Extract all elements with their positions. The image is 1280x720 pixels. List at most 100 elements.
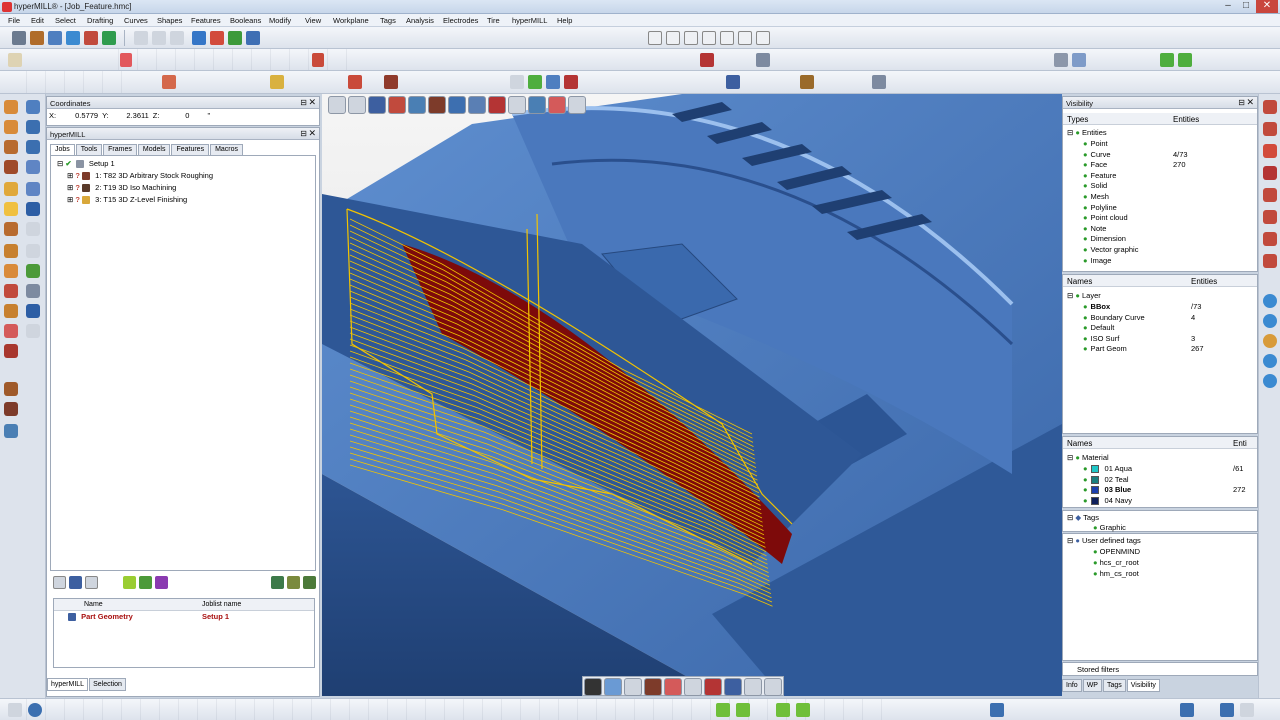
sphere-cut-icon[interactable] bbox=[1263, 314, 1277, 328]
type-item[interactable]: ● Face 270 bbox=[1083, 160, 1186, 169]
visible-bulb-icon[interactable]: ● bbox=[1083, 344, 1088, 353]
marker-icon[interactable] bbox=[724, 678, 742, 696]
render-icon[interactable] bbox=[246, 31, 260, 45]
visible-bulb-icon[interactable]: ● bbox=[1075, 453, 1080, 462]
tab-visibility[interactable]: Visibility bbox=[1126, 679, 1160, 692]
fit-icon[interactable] bbox=[448, 96, 466, 114]
view-back-icon[interactable] bbox=[738, 31, 752, 45]
mirror-icon[interactable] bbox=[4, 264, 18, 278]
fillet-edge-icon[interactable] bbox=[4, 182, 18, 196]
menu-electrodes[interactable]: Electrodes bbox=[443, 16, 478, 25]
solid-shade-icon[interactable] bbox=[584, 678, 602, 696]
tab-tags[interactable]: Tags bbox=[1102, 679, 1126, 692]
menu-features[interactable]: Features bbox=[191, 16, 221, 25]
save-icon[interactable] bbox=[48, 31, 62, 45]
zoom-window-icon[interactable] bbox=[468, 96, 486, 114]
redo-icon[interactable] bbox=[102, 31, 116, 45]
target-icon[interactable] bbox=[528, 96, 546, 114]
grid-view-icon[interactable] bbox=[764, 678, 782, 696]
collapse-icon[interactable]: ⊟ bbox=[57, 159, 63, 168]
stored-filters-bar[interactable]: Stored filters bbox=[1062, 662, 1258, 676]
entities-root[interactable]: ⊟ ● Entities bbox=[1067, 128, 1107, 137]
new-job-icon[interactable] bbox=[53, 576, 66, 589]
user-tags-root[interactable]: ⊟ ● User defined tags bbox=[1067, 536, 1141, 545]
measure-icon[interactable] bbox=[192, 31, 206, 45]
visible-bulb-icon[interactable]: ● bbox=[1083, 475, 1088, 484]
visible-bulb-icon[interactable]: ● bbox=[1083, 160, 1088, 169]
tab-tools[interactable]: Tools bbox=[75, 144, 103, 155]
undo-view-icon[interactable] bbox=[488, 96, 506, 114]
postprocess-icon[interactable] bbox=[155, 576, 168, 589]
collapse-icon[interactable]: ⊟ bbox=[1067, 291, 1073, 300]
menu-analysis[interactable]: Analysis bbox=[406, 16, 434, 25]
redo-view-icon[interactable] bbox=[508, 96, 526, 114]
new-file-icon[interactable] bbox=[12, 31, 26, 45]
settings-icon[interactable] bbox=[1240, 703, 1254, 717]
holder-icon[interactable] bbox=[704, 678, 722, 696]
simulate-icon[interactable] bbox=[139, 576, 152, 589]
view-right-icon[interactable] bbox=[702, 31, 716, 45]
menu-view[interactable]: View bbox=[305, 16, 321, 25]
tab-macros[interactable]: Macros bbox=[210, 144, 244, 155]
menu-workplane[interactable]: Workplane bbox=[333, 16, 369, 25]
view-shaded-icon[interactable] bbox=[328, 96, 346, 114]
feature-icon[interactable] bbox=[348, 75, 362, 89]
layer-item[interactable]: ● ISO Surf 3 bbox=[1083, 334, 1195, 343]
type-item[interactable]: ● Curve 4/73 bbox=[1083, 150, 1188, 159]
shape-cone-icon[interactable] bbox=[26, 120, 40, 134]
menu-tags[interactable]: Tags bbox=[380, 16, 396, 25]
close-icon[interactable]: ✕ bbox=[1246, 97, 1254, 108]
visible-bulb-icon[interactable]: ● bbox=[1083, 323, 1088, 332]
visible-bulb-icon[interactable]: ● bbox=[1075, 128, 1080, 137]
tab-jobs[interactable]: Jobs bbox=[50, 144, 75, 155]
split-icon[interactable] bbox=[26, 244, 40, 258]
visible-bulb-icon[interactable]: ● bbox=[1083, 334, 1088, 343]
layer-root[interactable]: ⊟ ● Layer bbox=[1067, 291, 1101, 300]
menu-shapes[interactable]: Shapes bbox=[157, 16, 182, 25]
numbers-icon[interactable] bbox=[684, 678, 702, 696]
mesh-icon[interactable] bbox=[4, 382, 18, 396]
part-model-graphic[interactable] bbox=[322, 94, 1062, 696]
edges-icon[interactable] bbox=[624, 678, 642, 696]
tab-models[interactable]: Models bbox=[137, 144, 171, 155]
export-icon[interactable] bbox=[303, 576, 316, 589]
expand-icon[interactable]: ⊞ bbox=[67, 195, 73, 204]
grid-icon[interactable] bbox=[1160, 53, 1174, 67]
mill-tool-icon[interactable] bbox=[726, 75, 740, 89]
shape-sphere-icon[interactable] bbox=[4, 120, 18, 134]
3d-viewport[interactable] bbox=[322, 94, 1062, 696]
pen-icon[interactable] bbox=[744, 678, 762, 696]
view-bottom-icon[interactable] bbox=[756, 31, 770, 45]
calculate-icon[interactable] bbox=[546, 75, 560, 89]
sphere-orange-icon[interactable] bbox=[1263, 334, 1277, 348]
collapse-icon[interactable]: ⊟ bbox=[1067, 453, 1073, 462]
menu-file[interactable]: File bbox=[8, 16, 20, 25]
thread-icon[interactable] bbox=[4, 284, 18, 298]
paste-icon[interactable] bbox=[170, 31, 184, 45]
sphere-icon[interactable] bbox=[1263, 294, 1277, 308]
add-icon[interactable] bbox=[8, 703, 22, 717]
menu-modify[interactable]: Modify bbox=[269, 16, 291, 25]
visible-bulb-icon[interactable]: ● bbox=[1083, 313, 1088, 322]
solid-cone-icon[interactable] bbox=[1263, 166, 1277, 180]
type-item[interactable]: ● Mesh bbox=[1083, 192, 1109, 201]
tab-frames[interactable]: Frames bbox=[103, 144, 137, 155]
solid-cylinder-icon[interactable] bbox=[1263, 188, 1277, 202]
tag-item[interactable]: ● Graphic bbox=[1093, 523, 1126, 532]
expand-icon[interactable]: ⊞ bbox=[67, 183, 73, 192]
type-item[interactable]: ● Point cloud bbox=[1083, 213, 1128, 222]
sphere-half-icon[interactable] bbox=[1263, 374, 1277, 388]
shell-icon[interactable] bbox=[4, 202, 18, 216]
menu-hypermill[interactable]: hyperMILL bbox=[512, 16, 547, 25]
tags-root[interactable]: ⊟ ◆ Tags bbox=[1067, 513, 1099, 522]
visible-bulb-icon[interactable]: ● bbox=[1093, 523, 1098, 532]
report-icon[interactable] bbox=[287, 576, 300, 589]
visible-bulb-icon[interactable]: ● bbox=[1083, 213, 1088, 222]
offset-icon[interactable] bbox=[4, 244, 18, 258]
type-item[interactable]: ● Polyline bbox=[1083, 203, 1117, 212]
user-tag-item[interactable]: ● OPENMIND bbox=[1093, 547, 1140, 556]
tools-icon[interactable] bbox=[210, 31, 224, 45]
tree-row-job[interactable]: ⊞ ? 3: T15 3D Z-Level Finishing bbox=[57, 194, 311, 206]
chamfer-icon[interactable] bbox=[26, 182, 40, 196]
menu-drafting[interactable]: Drafting bbox=[87, 16, 113, 25]
